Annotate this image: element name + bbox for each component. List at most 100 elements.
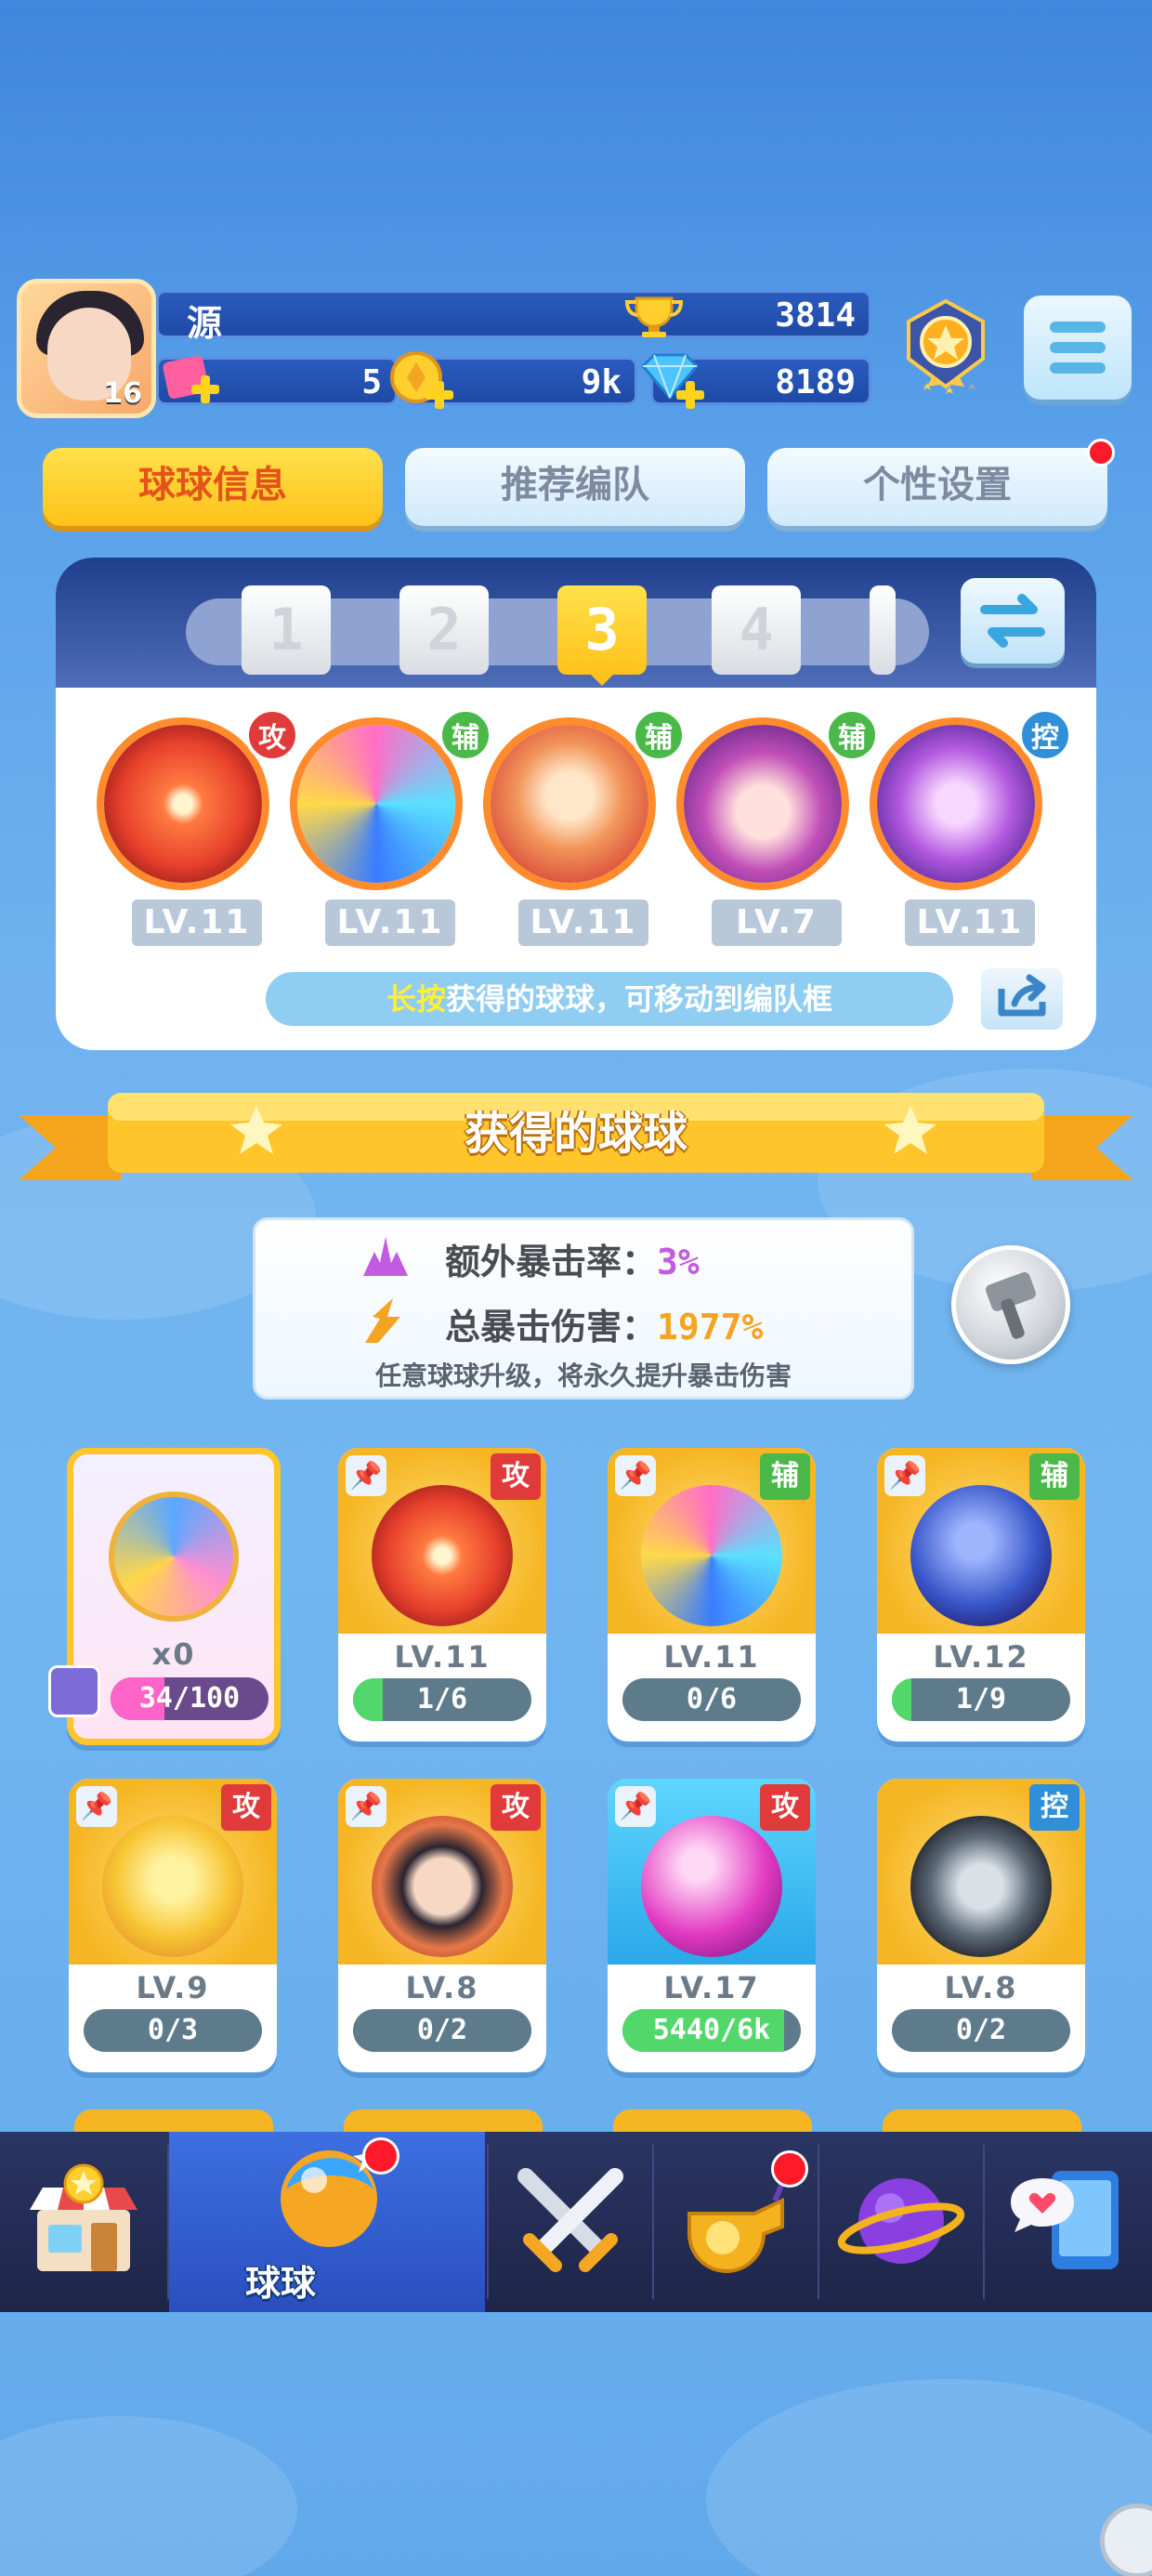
nav-chat[interactable] [985, 2132, 1152, 2312]
team-ball-1[interactable] [104, 725, 262, 883]
card-progress-bar: 0/3 [84, 2009, 262, 2052]
team-panel: 1 2 3 4 攻 LV.11 辅 LV.11 辅 LV.11 辅 LV.7 控… [56, 558, 1096, 1050]
card-progress-bar: 5440/6k [622, 2009, 801, 2052]
nav-battle[interactable] [489, 2132, 652, 2312]
type-badge-support: 辅 [632, 708, 686, 762]
ball-icon [372, 1485, 513, 1626]
trophy-count: 3814 [775, 296, 856, 335]
tab-personal-settings[interactable]: 个性设置 [767, 448, 1107, 526]
menu-icon [1050, 322, 1106, 333]
type-badge-attack: 攻 [245, 708, 299, 762]
tab-ball-info[interactable]: 球球信息 [43, 448, 383, 526]
nav-shop[interactable] [0, 2132, 167, 2312]
ball-level: LV.11 [663, 1639, 760, 1675]
upgrade-hammer-button[interactable] [951, 1245, 1070, 1364]
ball-icon [102, 1816, 243, 1957]
trophy-icon [624, 296, 684, 337]
team-ball-5-level: LV.11 [905, 900, 1035, 946]
player-avatar[interactable]: 16 [17, 279, 156, 418]
pin-icon[interactable]: 📌 [346, 1455, 386, 1496]
team-slot-1[interactable]: 1 [242, 585, 331, 675]
rank-badge-icon[interactable] [899, 297, 992, 400]
nav-whistle[interactable] [654, 2132, 818, 2312]
card-progress: 0/3 [147, 2014, 199, 2046]
total-crit-label: 总暴击伤害： [445, 1307, 658, 1347]
ball-card[interactable]: 📌 辅 LV.12 1/9 [877, 1448, 1085, 1741]
swap-team-button[interactable] [961, 578, 1065, 664]
gem-plus-icon[interactable] [634, 349, 706, 414]
nav-balls-notification-dot [362, 2137, 399, 2175]
long-press-hint: 长按获得的球球，可移动到编队框 [266, 972, 953, 1026]
pin-icon[interactable]: 📌 [615, 1455, 656, 1496]
planet-icon [837, 2178, 965, 2264]
avatar-level: 16 [103, 377, 142, 410]
pin-icon[interactable]: 📌 [884, 1455, 925, 1496]
type-badge-support: 辅 [439, 708, 492, 762]
refresh-ball-icon [109, 1492, 239, 1622]
settings-notification-dot [1087, 439, 1115, 467]
team-slot-2[interactable]: 2 [399, 585, 489, 675]
shop-icon [30, 2163, 137, 2271]
ball-card[interactable]: 控 LV.8 0/2 [877, 1779, 1085, 2072]
team-ball-5[interactable] [877, 725, 1035, 883]
team-slot-4[interactable]: 4 [712, 585, 801, 675]
type-badge-control: 控 [1029, 1784, 1080, 1831]
menu-button[interactable] [1024, 296, 1132, 400]
ball-card[interactable]: 📌 攻 LV.8 0/2 [338, 1779, 546, 2072]
ball-card[interactable]: 📌 攻 LV.9 0/3 [69, 1779, 277, 2072]
ball-level: LV.12 [933, 1639, 1029, 1675]
card-progress: 1/9 [955, 1683, 1007, 1715]
type-badge-attack: 攻 [491, 1453, 541, 1500]
card-progress: 1/6 [416, 1683, 468, 1715]
puzzle-icon [48, 1665, 100, 1717]
ball-icon [641, 1485, 782, 1626]
team-ball-1-level: LV.11 [132, 900, 262, 946]
pin-icon[interactable]: 📌 [615, 1786, 656, 1827]
card-progress: 5440/6k [652, 2014, 771, 2046]
nav-planet[interactable] [819, 2132, 983, 2312]
ball-icon [641, 1816, 782, 1957]
team-ball-3[interactable] [491, 725, 648, 883]
ball-card[interactable]: 📌 攻 LV.17 5440/6k [608, 1779, 816, 2072]
ball-level: LV.8 [405, 1970, 479, 2005]
card-progress: 0/2 [955, 2014, 1007, 2046]
nav-whistle-notification-dot [771, 2150, 808, 2188]
gem-count: 8189 [775, 363, 856, 401]
pin-icon[interactable]: 📌 [76, 1786, 117, 1827]
hint-text: 获得的球球，可移动到编队框 [446, 981, 833, 1017]
extra-crit-label: 额外暴击率： [445, 1242, 658, 1282]
team-ball-4[interactable] [684, 725, 842, 883]
team-slot-3[interactable]: 3 [557, 585, 647, 675]
pin-icon[interactable]: 📌 [346, 1786, 386, 1827]
card-progress: 0/2 [416, 2014, 468, 2046]
nav-balls[interactable]: 球球 [169, 2132, 485, 2312]
ball-level: LV.17 [663, 1970, 760, 2005]
section-title: 获得的球球 [464, 1108, 687, 1160]
crit-stats-box: 额外暴击率：3% 总暴击伤害：1977% 任意球球升级，将永久提升暴击伤害 [253, 1217, 914, 1400]
card-progress-bar: 1/9 [892, 1678, 1070, 1721]
type-badge-support: 辅 [760, 1453, 810, 1500]
card-progress-bar: 0/2 [892, 2009, 1070, 2052]
team-ball-4-level: LV.7 [712, 900, 842, 946]
extra-crit-value: 3% [657, 1242, 700, 1282]
token-count: x0 [151, 1636, 196, 1672]
card-progress-bar: 1/6 [353, 1678, 531, 1721]
type-badge-control: 控 [1018, 708, 1072, 762]
team-slot-5-partial[interactable] [870, 585, 896, 675]
card-progress-bar: 0/6 [622, 1678, 801, 1721]
token-progress-bar: 34/100 [111, 1677, 268, 1720]
ball-icon [910, 1485, 1052, 1626]
card-progress: 0/6 [686, 1683, 738, 1715]
type-badge-attack: 攻 [221, 1784, 271, 1831]
ball-card[interactable]: 📌 攻 LV.11 1/6 [338, 1448, 546, 1741]
share-button[interactable] [981, 968, 1063, 1030]
coin-plus-icon[interactable] [388, 349, 455, 414]
swap-icon [980, 594, 1045, 648]
tab-recommended-team[interactable]: 推荐编队 [405, 448, 745, 526]
ticket-plus-icon[interactable] [160, 351, 225, 413]
team-ball-2[interactable] [297, 725, 455, 883]
team-ball-3-level: LV.11 [518, 900, 648, 946]
ball-card[interactable]: 📌 辅 LV.11 0/6 [608, 1448, 816, 1741]
chat-icon [1011, 2171, 1119, 2269]
ball-level: LV.9 [136, 1970, 210, 2005]
